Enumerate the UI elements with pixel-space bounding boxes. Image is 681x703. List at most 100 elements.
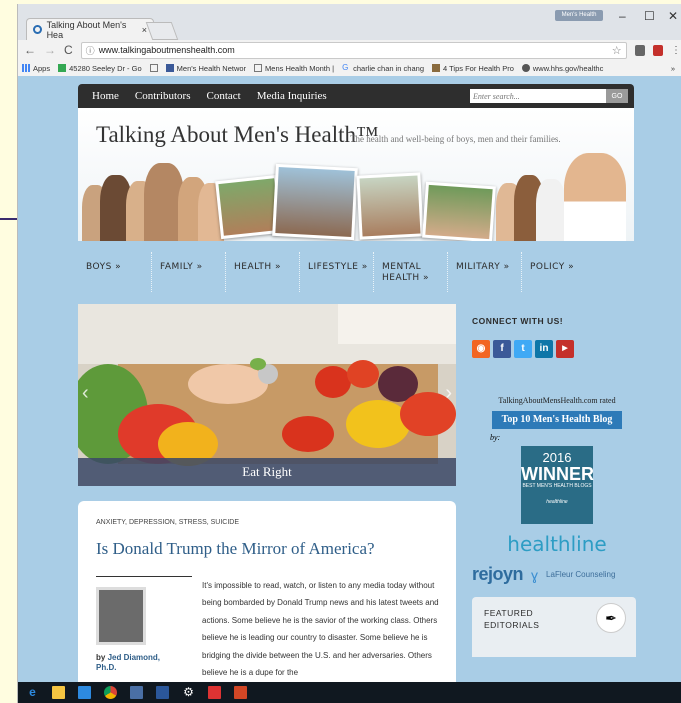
- article-title[interactable]: Is Donald Trump the Mirror of America?: [96, 539, 375, 559]
- winner-word: WINNER: [521, 464, 594, 484]
- site-search: GO: [470, 89, 628, 103]
- forward-button[interactable]: →: [44, 43, 56, 57]
- award-by: by:: [490, 433, 501, 442]
- info-icon: ⓘ: [85, 45, 95, 56]
- nav-contributors[interactable]: Contributors: [135, 90, 191, 102]
- facebook-icon[interactable]: f: [493, 340, 511, 358]
- linkedin-icon[interactable]: in: [535, 340, 553, 358]
- category-mental-health[interactable]: MENTAL HEALTH »: [374, 252, 448, 292]
- winner-subtitle: BEST MEN'S HEALTH BLOGS: [522, 483, 592, 489]
- lafleur-logo-icon: ɣ: [531, 566, 539, 583]
- address-bar[interactable]: ⓘ www.talkingaboutmenshealth.com ☆: [80, 41, 627, 59]
- web-page: Home Contributors Contact Media Inquirie…: [18, 76, 681, 682]
- header-photo-collage: [78, 153, 634, 241]
- extension-icon[interactable]: [634, 44, 645, 56]
- lafleur-logo[interactable]: LaFleur Counseling: [546, 570, 615, 579]
- bookmark-hhs[interactable]: www.hhs.gov/healthc: [521, 64, 603, 73]
- hhs-icon: [521, 64, 530, 72]
- toolbar: ← → C ⓘ www.talkingaboutmenshealth.com ☆…: [18, 40, 681, 60]
- bookmark-star-icon[interactable]: ☆: [612, 44, 622, 57]
- category-nav: BOYS » FAMILY » HEALTH » LIFESTYLE » MEN…: [78, 252, 634, 292]
- word-icon[interactable]: [156, 686, 169, 699]
- category-lifestyle[interactable]: LIFESTYLE »: [300, 252, 374, 292]
- edge-icon[interactable]: e: [26, 686, 39, 699]
- doctor-image: [564, 153, 626, 241]
- back-button[interactable]: ←: [24, 43, 36, 57]
- category-boys[interactable]: BOYS »: [78, 252, 152, 292]
- bookmark-label: Apps: [33, 63, 51, 73]
- bookmark-page[interactable]: [149, 64, 158, 72]
- acrobat-icon[interactable]: [208, 686, 221, 699]
- rated-text: TalkingAboutMensHealth.com rated: [498, 396, 616, 405]
- bookmark-label: 4 Tips For Health Pro: [443, 63, 514, 73]
- browser-tab[interactable]: Talking About Men's Hea ×: [26, 18, 154, 40]
- search-input[interactable]: [470, 89, 606, 103]
- youtube-icon[interactable]: ▶: [556, 340, 574, 358]
- rss-icon[interactable]: ◉: [472, 340, 490, 358]
- menu-icon[interactable]: ⋮: [671, 45, 681, 56]
- new-tab-button[interactable]: [145, 22, 179, 40]
- article-categories[interactable]: ANXIETY, DEPRESSION, STRESS, SUICIDE: [96, 519, 239, 526]
- site-tagline: The health and well-being of boys, men a…: [350, 134, 561, 144]
- nav-media-inquiries[interactable]: Media Inquiries: [257, 90, 327, 102]
- featured-slider[interactable]: ‹ › Eat Right: [78, 304, 456, 486]
- search-button[interactable]: GO: [606, 89, 628, 103]
- header-person-image: [536, 179, 566, 241]
- slider-prev-arrow[interactable]: ‹: [82, 382, 89, 405]
- site-nav: Home Contributors Contact Media Inquirie…: [78, 84, 634, 108]
- site-favicon-icon: [33, 25, 42, 34]
- slider-caption[interactable]: Eat Right: [78, 458, 456, 486]
- facebook-icon: [165, 64, 174, 72]
- minimize-button[interactable]: –: [619, 9, 626, 23]
- bookmark-label: 45280 Seeley Dr - Go: [69, 63, 142, 73]
- article-excerpt: It's impossible to read, watch, or liste…: [202, 581, 439, 678]
- app-icon[interactable]: [130, 686, 143, 699]
- award-ribbon[interactable]: Top 10 Men's Health Blog: [492, 411, 622, 429]
- close-window-button[interactable]: ✕: [668, 9, 678, 23]
- store-icon[interactable]: [78, 686, 91, 699]
- bookmark-mens-health-network[interactable]: Men's Health Networ: [165, 64, 246, 73]
- chrome-icon[interactable]: [104, 686, 117, 699]
- bookmarks-bar: Apps 45280 Seeley Dr - Go Men's Health N…: [18, 60, 681, 76]
- reload-button[interactable]: C: [64, 43, 73, 57]
- winner-year: 2016: [542, 450, 572, 465]
- bookmark-charlie-chan[interactable]: Gcharlie chan in chang: [342, 64, 424, 73]
- powerpoint-icon[interactable]: [234, 686, 247, 699]
- partner-logos: rejoyn ɣ LaFleur Counseling: [472, 564, 642, 585]
- sidebar: CONNECT WITH US! ◉ f t in ▶ TalkingAbout…: [472, 304, 642, 657]
- apps-grid-icon: [22, 64, 30, 72]
- nav-contact[interactable]: Contact: [207, 90, 241, 102]
- healthline-logo[interactable]: healthline: [472, 532, 642, 556]
- page-icon: [149, 64, 158, 72]
- article-card: ANXIETY, DEPRESSION, STRESS, SUICIDE Is …: [78, 501, 456, 682]
- acrobat-extension-icon[interactable]: [652, 44, 663, 56]
- settings-icon[interactable]: ⚙: [182, 686, 195, 699]
- byline-prefix: by: [96, 653, 106, 662]
- category-health[interactable]: HEALTH »: [226, 252, 300, 292]
- featured-title: FEATURED EDITORIALS: [484, 608, 540, 630]
- nav-home[interactable]: Home: [92, 90, 119, 102]
- page-icon: [254, 64, 263, 72]
- bookmark-mens-health-month[interactable]: Mens Health Month |: [254, 64, 334, 73]
- site-icon: [432, 64, 440, 72]
- winner-badge[interactable]: 2016 WINNER BEST MEN'S HEALTH BLOGS heal…: [521, 446, 594, 524]
- url-text: www.talkingaboutmenshealth.com: [98, 45, 235, 55]
- maximize-button[interactable]: ☐: [644, 9, 655, 23]
- profile-badge[interactable]: Men's Health: [555, 10, 603, 21]
- bookmark-apps[interactable]: Apps: [22, 64, 50, 73]
- twitter-icon[interactable]: t: [514, 340, 532, 358]
- header-photo: [356, 172, 424, 240]
- rejoyn-logo[interactable]: rejoyn: [472, 564, 524, 585]
- slider-next-arrow[interactable]: ›: [445, 382, 452, 405]
- category-policy[interactable]: POLICY »: [522, 252, 596, 292]
- file-explorer-icon[interactable]: [52, 686, 65, 699]
- author-link[interactable]: Jed Diamond, Ph.D.: [96, 653, 160, 672]
- category-family[interactable]: FAMILY »: [152, 252, 226, 292]
- windows-taskbar: e ⚙: [18, 682, 681, 703]
- bookmark-maps[interactable]: 45280 Seeley Dr - Go: [58, 64, 142, 73]
- site-title[interactable]: Talking About Men's Health™: [96, 122, 379, 148]
- bookmark-4-tips[interactable]: 4 Tips For Health Pro: [432, 64, 514, 73]
- maps-icon: [58, 64, 67, 72]
- bookmarks-more[interactable]: »: [671, 64, 675, 73]
- category-military[interactable]: MILITARY »: [448, 252, 522, 292]
